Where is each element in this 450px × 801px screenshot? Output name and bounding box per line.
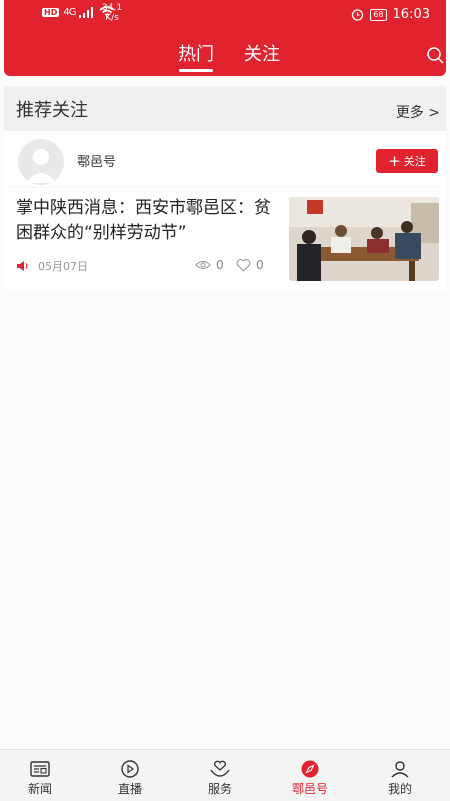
top-header: HD 4G 34.1 K/s 68 16:03 热门 关注 — [4, 0, 446, 76]
nav-service-label: 服务 — [207, 782, 232, 796]
profile-icon — [391, 761, 409, 778]
nav-profile[interactable]: 我的 — [360, 750, 440, 801]
service-heart-icon — [210, 760, 230, 777]
nav-news-label: 新闻 — [27, 782, 52, 796]
article-title[interactable]: 掌中陕西消息：西安市鄠邑区：贫困群众的“别样劳动节” — [16, 196, 271, 246]
follow-button[interactable]: + 关注 — [376, 149, 438, 173]
recommended-account[interactable]: 鄠邑号 + 关注 — [4, 131, 446, 186]
like-count[interactable]: 0 — [236, 258, 264, 272]
article-thumbnail[interactable] — [289, 197, 439, 281]
header-tabs: 热门 关注 — [4, 40, 446, 72]
nav-live[interactable]: 直播 — [90, 750, 170, 801]
alarm-icon — [352, 9, 364, 21]
live-play-icon — [121, 760, 139, 778]
active-tab-indicator — [179, 69, 213, 72]
clock: 16:03 — [392, 7, 430, 22]
nav-news[interactable]: 新闻 — [0, 750, 80, 801]
tab-hot[interactable]: 热门 — [178, 40, 214, 66]
compass-icon — [301, 760, 319, 778]
heart-icon — [236, 258, 251, 272]
nav-profile-label: 我的 — [387, 782, 412, 796]
bottom-navigation: 新闻 直播 服务 鄠邑号 我的 — [0, 749, 450, 801]
plus-icon: + — [388, 151, 401, 170]
status-bar: HD 4G 34.1 K/s 68 16:03 — [4, 0, 446, 30]
view-count-value: 0 — [216, 258, 224, 272]
nav-live-label: 直播 — [117, 782, 142, 796]
article-card[interactable]: 掌中陕西消息：西安市鄠邑区：贫困群众的“别样劳动节” 05月07日 0 0 — [4, 188, 446, 290]
avatar[interactable] — [18, 139, 64, 185]
search-icon[interactable] — [426, 46, 444, 64]
nav-huyi[interactable]: 鄠邑号 — [270, 750, 350, 801]
more-link[interactable]: 更多 > — [396, 102, 440, 122]
speaker-icon[interactable] — [16, 260, 30, 272]
network-type: 4G — [63, 6, 76, 18]
account-name[interactable]: 鄠邑号 — [77, 151, 116, 170]
tab-follow[interactable]: 关注 — [244, 40, 280, 66]
nav-huyi-label: 鄠邑号 — [291, 782, 328, 796]
article-date: 05月07日 — [38, 260, 88, 273]
view-count: 0 — [195, 258, 224, 272]
status-right: 68 16:03 — [351, 7, 430, 22]
network-speed: 34.1 K/s — [102, 3, 122, 23]
like-count-value: 0 — [256, 258, 264, 272]
battery-indicator: 68 — [370, 8, 387, 21]
nav-service[interactable]: 服务 — [180, 750, 260, 801]
recommend-title: 推荐关注 — [16, 100, 88, 121]
signal-icon — [79, 6, 94, 18]
article-meta: 05月07日 — [16, 258, 88, 274]
hd-badge: HD — [42, 7, 60, 17]
speed-value: 34.1 — [102, 3, 123, 13]
follow-button-label: 关注 — [403, 155, 426, 168]
eye-icon — [195, 261, 211, 269]
speed-unit: K/s — [105, 13, 119, 23]
default-avatar-icon — [26, 149, 56, 183]
recommend-section-header: 推荐关注 更多 > — [4, 86, 446, 131]
news-icon — [30, 761, 50, 777]
